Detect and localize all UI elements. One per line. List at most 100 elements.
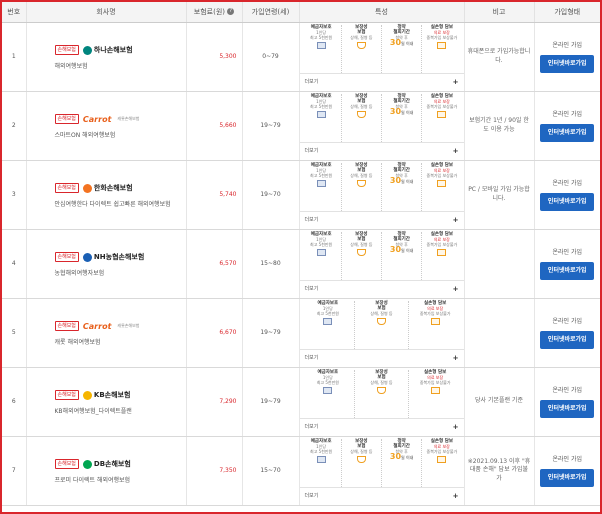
insurance-comparison-table: 번호 회사명 보험료(원) ? 가입연령(세) 특성 비고 가입형태 1 손해보험… <box>2 2 600 506</box>
join-status: 온라인 가입 <box>552 249 582 256</box>
row-number: 4 <box>2 229 27 299</box>
company-logo-icon <box>82 183 92 193</box>
features-cell: 예금자보호 1인당 최고 5천만원 보장성 보험 상해, 질병 등 청약 철회기간 청약 후 30… <box>299 22 465 92</box>
company-cell[interactable]: 손해보험 Carrot 캐롯손해보험 캐롯 해외여행보험 <box>26 298 187 368</box>
plus-icon: + <box>452 284 459 293</box>
feature-actual-loss: 실손형 담보 의료 보장 중복가입 보상불가 <box>421 438 461 487</box>
company-cell[interactable]: 손해보험 하나손해보험 해외여행보험 <box>26 22 187 92</box>
internet-join-button[interactable]: 인터넷바로가입 <box>540 55 595 73</box>
note-cell: 당사 기본플랜 기준 <box>464 367 535 437</box>
join-status: 온라인 가입 <box>552 387 582 394</box>
non-life-tag: 손해보험 <box>54 183 79 193</box>
more-button[interactable]: 더보기 + <box>299 348 464 366</box>
product-name: 안심여행한다 다이렉트 쉽고빠른 해외여행보험 <box>54 201 171 208</box>
document-icon <box>437 110 447 118</box>
header-age: 가입연령(세) <box>242 2 300 23</box>
features-cell: 예금자보호 1인당 최고 5천만원 보장성 보험 상해, 질병 등 청약 철회기간 청약 후 30… <box>299 160 465 230</box>
product-name: 농협해외여행자보험 <box>54 270 105 277</box>
table-row: 2 손해보험 Carrot 캐롯손해보험 스마트ON 해외여행보험 5,660 19~79 예… <box>2 91 600 161</box>
feature-actual-loss: 실손형 담보 의료 보장 중복가입 보상불가 <box>421 24 461 73</box>
age-range: 19~70 <box>242 160 300 230</box>
join-status: 온라인 가입 <box>552 42 582 49</box>
more-button[interactable]: 더보기 + <box>299 210 464 228</box>
insurance-table-frame: 번호 회사명 보험료(원) ? 가입연령(세) 특성 비고 가입형태 1 손해보험… <box>0 0 602 514</box>
join-cell: 온라인 가입인터넷바로가입 <box>534 229 600 299</box>
note-cell: 휴대폰으로 가입가능합니다. <box>464 22 535 92</box>
more-button[interactable]: 더보기 + <box>299 141 464 159</box>
age-range: 19~79 <box>242 367 300 437</box>
feature-deposit-protection: 예금자보호 1인당 최고 5천만원 <box>302 301 355 349</box>
row-number: 1 <box>2 22 27 92</box>
company-logo: KB손해보험 <box>82 390 137 400</box>
row-number: 5 <box>2 298 27 368</box>
note-cell: PC / 모바일 가입 가능합니다. <box>464 160 535 230</box>
help-icon[interactable]: ? <box>227 8 235 16</box>
document-icon <box>437 179 447 187</box>
feature-protection-insurance: 보장성 보험 상해, 질병 등 <box>340 93 381 142</box>
plus-icon: + <box>452 77 459 86</box>
kdic-badge-icon <box>316 248 326 256</box>
non-life-tag: 손해보험 <box>54 252 79 262</box>
hand-coin-icon <box>356 41 366 49</box>
age-range: 15~70 <box>242 436 300 506</box>
note-cell <box>464 298 535 368</box>
internet-join-button[interactable]: 인터넷바로가입 <box>540 400 595 418</box>
join-status: 온라인 가입 <box>552 456 582 463</box>
more-button[interactable]: 더보기 + <box>299 486 464 504</box>
company-cell[interactable]: 손해보험 DB손해보험 프로미 다이렉트 해외여행보험 <box>26 436 187 506</box>
table-header: 번호 회사명 보험료(원) ? 가입연령(세) 특성 비고 가입형태 <box>2 2 600 23</box>
table-row: 1 손해보험 하나손해보험 해외여행보험 5,300 0~79 예금자보호 1인당 최고 5천만… <box>2 22 600 92</box>
product-name: 캐롯 해외여행보험 <box>54 339 101 346</box>
feature-protection-insurance: 보장성 보험 상해, 질병 등 <box>340 438 381 487</box>
plus-icon: + <box>452 146 459 155</box>
internet-join-button[interactable]: 인터넷바로가입 <box>540 469 595 487</box>
kdic-badge-icon <box>316 110 326 118</box>
company-cell[interactable]: 손해보험 KB손해보험 KB해외여행보험_다이렉트플랜 <box>26 367 187 437</box>
features-cell: 예금자보호 1인당 최고 5천만원 보장성 보험 상해, 질병 등 실손형 담보 의료 보장 중… <box>299 298 465 368</box>
premium-value: 5,300 <box>186 22 243 92</box>
more-button[interactable]: 더보기 + <box>299 417 464 435</box>
non-life-tag: 손해보험 <box>54 390 79 400</box>
join-cell: 온라인 가입 인터넷바로가입 <box>534 160 600 230</box>
table-row: 7 손해보험 DB손해보험 프로미 다이렉트 해외여행보험 7,350 15~70 예금자보… <box>2 436 600 506</box>
hand-coin-icon <box>356 248 366 256</box>
age-range: 19~79 <box>242 298 300 368</box>
document-icon <box>437 248 447 256</box>
company-cell[interactable]: 손해보험 NH농협손해보험농협해외여행자보험 <box>26 229 187 299</box>
plus-icon: + <box>452 422 459 431</box>
header-features: 특성 <box>299 2 465 23</box>
feature-actual-loss: 실손형 담보 의료 보장 중복가입 보상불가 <box>421 93 461 142</box>
hand-coin-icon <box>356 110 366 118</box>
company-logo: 한화손해보험 <box>82 183 139 193</box>
company-cell[interactable]: 손해보험 한화손해보험안심여행한다 다이렉트 쉽고빠른 해외여행보험 <box>26 160 187 230</box>
kdic-badge-icon <box>323 317 333 325</box>
company-logo-icon <box>82 390 92 400</box>
more-button[interactable]: 더보기 + <box>299 72 464 90</box>
more-button[interactable]: 더보기 + <box>299 279 464 297</box>
kdic-badge-icon <box>316 179 326 187</box>
non-life-tag: 손해보험 <box>54 45 79 55</box>
hand-coin-icon <box>356 179 366 187</box>
internet-join-button[interactable]: 인터넷바로가입 <box>540 262 595 280</box>
company-logo: DB손해보험 <box>82 459 137 469</box>
internet-join-button[interactable]: 인터넷바로가입 <box>540 331 595 349</box>
internet-join-button[interactable]: 인터넷바로가입 <box>540 124 595 142</box>
premium-value: 5,740 <box>186 160 243 230</box>
premium-value: 7,290 <box>186 367 243 437</box>
note-cell: 보험기간 1년 / 90일 한도 이용 가능 <box>464 91 535 161</box>
hand-coin-icon <box>356 455 366 463</box>
feature-deposit-protection: 예금자보호 1인당 최고 5천만원 <box>302 370 355 418</box>
feature-withdrawal-period: 청약 철회기간 청약 후 30일 이내 <box>381 24 421 73</box>
product-name: 스마트ON 해외여행보험 <box>54 132 116 139</box>
note-cell: ※2021.09.13 이후 "휴대품 손해" 담보 가입불가 <box>464 436 535 506</box>
company-logo: NH농협손해보험 <box>82 252 150 262</box>
header-premium: 보험료(원) ? <box>186 2 243 23</box>
document-icon <box>430 386 440 394</box>
company-cell[interactable]: 손해보험 Carrot 캐롯손해보험 스마트ON 해외여행보험 <box>26 91 187 161</box>
age-range: 19~79 <box>242 91 300 161</box>
internet-join-button[interactable]: 인터넷바로가입 <box>540 193 595 211</box>
feature-actual-loss: 실손형 담보 의료 보장 중복가입 보상불가 <box>407 369 462 418</box>
feature-deposit-protection: 예금자보호 1인당 최고 5천만원 <box>302 94 341 142</box>
company-logo: Carrot 캐롯손해보험 <box>82 114 140 124</box>
feature-actual-loss: 실손형 담보 의료 보장 중복가입 보상불가 <box>421 231 461 280</box>
